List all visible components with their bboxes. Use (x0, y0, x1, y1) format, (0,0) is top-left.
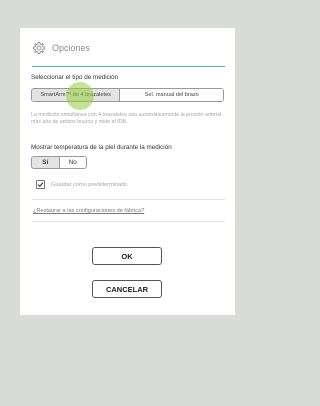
title-divider (32, 66, 225, 67)
ok-button[interactable]: OK (92, 247, 162, 265)
options-dialog: Opciones Seleccionar el tipo de medición… (20, 28, 235, 315)
save-default-checkbox[interactable] (36, 180, 45, 189)
checkmark-icon (37, 182, 44, 188)
skin-temp-yes[interactable]: Sí (32, 157, 60, 168)
skin-temp-no[interactable]: No (60, 157, 87, 168)
divider (32, 199, 225, 200)
dialog-header: Opciones (32, 40, 90, 56)
touch-indicator (66, 82, 94, 110)
divider (32, 221, 225, 222)
measurement-mode-selector: SmartArm™ de 4 brazaletes Sel. manual de… (31, 88, 224, 102)
dialog-title: Opciones (52, 43, 91, 53)
save-default-label: Guardar como predeterminado (51, 181, 128, 188)
cancel-button[interactable]: CANCELAR (92, 280, 162, 298)
gear-icon (32, 41, 46, 55)
skin-temp-label: Mostrar temperatura de la piel durante l… (31, 144, 172, 151)
skin-temp-toggle: Sí No (31, 156, 87, 169)
measurement-mode-label: Seleccionar el tipo de medición (31, 74, 119, 81)
restore-defaults-link[interactable]: ¿Restaurar a las configuraciones de fábr… (33, 208, 144, 214)
mode-option-manual[interactable]: Sel. manual del brazo (120, 89, 223, 101)
save-default-row[interactable]: Guardar como predeterminado (36, 180, 128, 189)
mode-description: La medición simultánea con 4 brazaletes … (31, 112, 222, 125)
